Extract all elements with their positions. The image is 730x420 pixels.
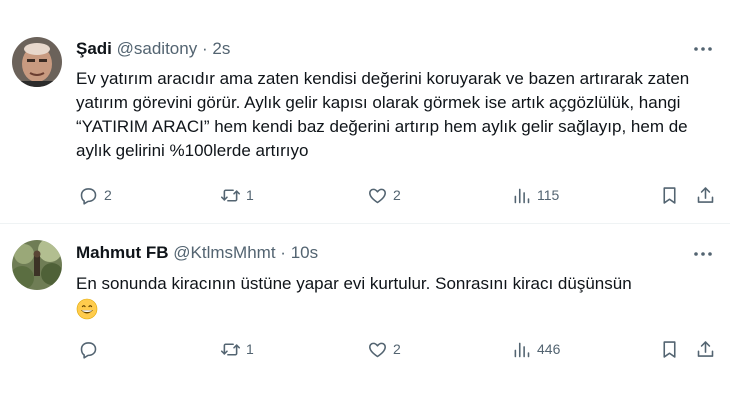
bookmark-button[interactable] <box>659 337 680 361</box>
bookmark-button[interactable] <box>659 183 680 207</box>
user-handle[interactable]: @KtlmsMhmt <box>173 243 275 262</box>
like-count: 2 <box>393 341 401 357</box>
tweet-actions: 1 2 446 <box>76 337 716 361</box>
tweet-header: Mahmut FB @KtlmsMhmt · 10s <box>76 242 318 264</box>
views-icon <box>514 188 530 203</box>
tweet-text-block: En sonunda kiracının üstüne yapar evi ku… <box>76 272 716 327</box>
reply-button[interactable]: 2 <box>78 183 112 207</box>
tweet[interactable]: Şadi @saditony · 2s Ev yatırım aracıdır … <box>0 0 730 224</box>
tweet-text: Ev yatırım aracıdır ama zaten kendisi de… <box>76 69 690 160</box>
view-count: 446 <box>537 341 561 357</box>
more-icon[interactable] <box>692 38 714 60</box>
display-name[interactable]: Mahmut FB <box>76 243 169 262</box>
retweet-icon <box>220 342 241 356</box>
views-icon <box>514 342 530 357</box>
retweet-count: 1 <box>246 187 254 203</box>
bookmark-icon <box>663 340 676 358</box>
heart-icon <box>369 188 386 203</box>
retweet-button[interactable]: 1 <box>220 337 254 361</box>
reply-button[interactable] <box>78 337 104 361</box>
views-button[interactable]: 446 <box>511 337 560 361</box>
like-button[interactable]: 2 <box>367 337 401 361</box>
tweet[interactable]: Mahmut FB @KtlmsMhmt · 10s En sonunda ki… <box>0 224 730 420</box>
views-button[interactable]: 115 <box>511 183 559 207</box>
share-button[interactable] <box>695 183 716 207</box>
separator-dot: · <box>280 243 286 262</box>
display-name[interactable]: Şadi <box>76 39 112 58</box>
retweet-icon <box>220 188 241 202</box>
like-button[interactable]: 2 <box>367 183 401 207</box>
avatar[interactable] <box>12 37 62 87</box>
share-button[interactable] <box>695 337 716 361</box>
share-icon <box>697 186 714 203</box>
heart-icon <box>369 342 386 357</box>
grinning-face-emoji <box>76 298 98 320</box>
like-count: 2 <box>393 187 401 203</box>
tweet-actions: 2 1 2 115 <box>76 183 716 207</box>
user-handle[interactable]: @saditony <box>117 39 198 58</box>
separator-dot: · <box>201 39 208 58</box>
reply-count: 2 <box>104 187 112 203</box>
retweet-button[interactable]: 1 <box>220 183 254 207</box>
more-icon[interactable] <box>692 243 714 265</box>
tweet-text: En sonunda kiracının üstüne yapar evi ku… <box>76 274 632 293</box>
tweet-header: Şadi @saditony · 2s <box>76 38 230 60</box>
timestamp[interactable]: 10s <box>291 243 318 262</box>
bookmark-icon <box>663 186 676 204</box>
reply-icon <box>80 187 97 205</box>
timestamp[interactable]: 2s <box>212 39 230 58</box>
share-icon <box>697 340 714 357</box>
view-count: 115 <box>537 187 560 203</box>
avatar[interactable] <box>12 240 62 290</box>
retweet-count: 1 <box>246 341 254 357</box>
reply-icon <box>80 341 97 359</box>
